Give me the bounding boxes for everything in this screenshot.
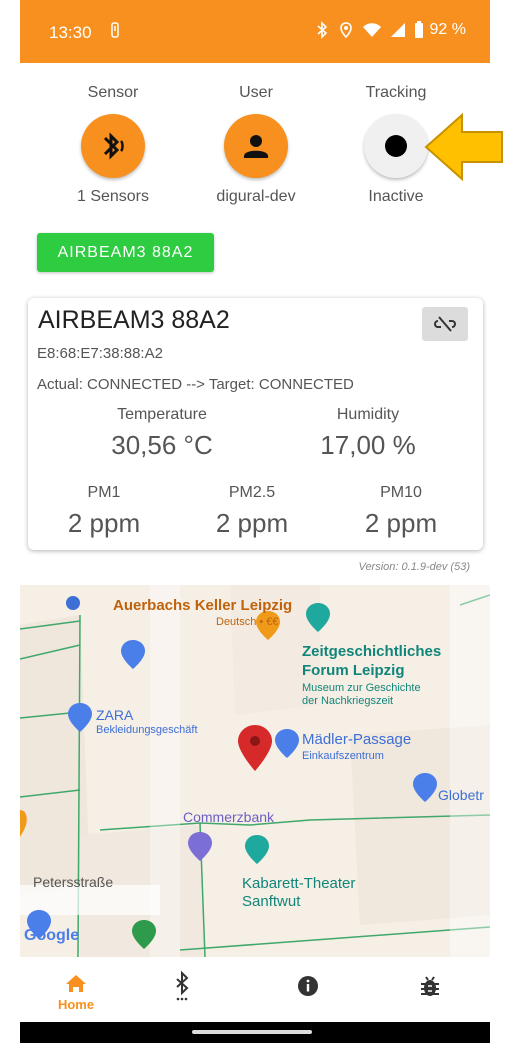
- temperature-value: 30,56 °C: [111, 430, 213, 460]
- map-label-globetr: Globetr: [438, 787, 484, 803]
- nav-home[interactable]: Home: [21, 957, 131, 1022]
- device-button[interactable]: AIRBEAM3 88A2: [37, 233, 214, 272]
- temperature-label: Temperature: [117, 406, 207, 423]
- sensor-label: Sensor: [87, 84, 139, 101]
- nav-bluetooth[interactable]: [127, 957, 237, 1022]
- device-card: AIRBEAM3 88A2 E8:68:E7:38:88:A2 Actual: …: [28, 298, 483, 550]
- pm25-value: 2 ppm: [215, 508, 289, 538]
- device-title: AIRBEAM3 88A2: [38, 306, 230, 334]
- map-view[interactable]: Auerbachs Keller Leipzig Deutsch • €€ Ze…: [20, 585, 490, 957]
- alarm-icon: [111, 22, 119, 38]
- map-label-petersstrasse: Petersstraße: [33, 874, 114, 890]
- map-label-museum-2: der Nachkriegszeit: [302, 695, 394, 707]
- map-label-auerbachs-sub: Deutsch • €€: [216, 616, 279, 628]
- sensor-count: 1 Sensors: [76, 188, 150, 205]
- bottom-nav: Home: [20, 957, 490, 1022]
- wifi-icon: [362, 23, 381, 37]
- annotation-arrow-icon: [424, 112, 503, 182]
- battery-percent: 92 %: [429, 21, 466, 38]
- pm1-metric: PM1 2 ppm: [24, 484, 184, 539]
- unlink-button[interactable]: [422, 307, 468, 341]
- humidity-metric: Humidity 17,00 %: [288, 406, 448, 461]
- signal-icon: [390, 23, 405, 37]
- map-label-forum: Forum Leipzig: [302, 662, 405, 679]
- user-name: digural-dev: [216, 188, 296, 205]
- map-label-zara-sub: Bekleidungsgeschäft: [96, 724, 198, 736]
- google-logo: Google: [24, 927, 80, 944]
- status-bar: 13:30 92 %: [20, 0, 490, 63]
- nav-home-label: Home: [57, 997, 95, 1012]
- tracking-status: Inactive: [368, 188, 424, 205]
- user-button[interactable]: [224, 114, 288, 178]
- person-icon: [244, 135, 268, 158]
- tracking-button[interactable]: [364, 114, 428, 178]
- connection-status: Actual: CONNECTED --> Target: CONNECTED: [37, 376, 354, 393]
- header-row: Sensor 1 Sensors User digural-dev Tracki…: [20, 84, 490, 214]
- map-label-kabarett-1: Kabarett-Theater: [242, 875, 356, 892]
- pm25-metric: PM2.5 2 ppm: [172, 484, 332, 539]
- map-label-kabarett-2: Sanftwut: [242, 893, 301, 910]
- user-column: User digural-dev: [186, 84, 326, 206]
- sensor-column: Sensor 1 Sensors: [43, 84, 183, 206]
- bluetooth-audio-icon: [103, 132, 124, 160]
- nav-info[interactable]: [253, 957, 363, 1022]
- map-label-commerzbank: Commerzbank: [183, 809, 275, 825]
- map-label-maedler-sub: Einkaufszentrum: [302, 750, 384, 762]
- battery-icon: [414, 21, 423, 38]
- tracking-label: Tracking: [365, 84, 427, 101]
- link-off-icon: [434, 316, 456, 332]
- gesture-bar: [20, 1022, 490, 1043]
- bluetooth-icon: [317, 21, 327, 39]
- pm10-label: PM10: [380, 484, 422, 501]
- home-icon: [66, 975, 86, 992]
- temperature-metric: Temperature 30,56 °C: [82, 406, 242, 461]
- pm1-label: PM1: [87, 484, 121, 501]
- pm10-value: 2 ppm: [364, 508, 438, 538]
- version-text: Version: 0.1.9-dev (53): [358, 561, 470, 573]
- location-icon: [339, 22, 352, 39]
- sensor-button[interactable]: [81, 114, 145, 178]
- pm1-value: 2 ppm: [67, 508, 141, 538]
- map-label-zara: ZARA: [96, 707, 134, 723]
- nav-debug[interactable]: [375, 957, 485, 1022]
- app-screen: 13:30 92 % Sensor 1 Sensors User digural…: [20, 0, 490, 1043]
- map-label-maedler: Mädler-Passage: [302, 731, 412, 748]
- map-label-auerbachs: Auerbachs Keller Leipzig: [113, 597, 293, 614]
- gesture-handle[interactable]: [192, 1030, 312, 1034]
- status-time: 13:30: [49, 23, 92, 42]
- map-label-zeitgeschichtliches: Zeitgeschichtliches: [302, 643, 442, 660]
- humidity-value: 17,00 %: [320, 430, 416, 460]
- info-icon: [298, 976, 318, 996]
- record-icon: [385, 135, 407, 157]
- humidity-label: Humidity: [336, 406, 400, 423]
- pm10-metric: PM10 2 ppm: [321, 484, 481, 539]
- user-label: User: [239, 84, 273, 101]
- bug-icon: [421, 976, 439, 996]
- bluetooth-searching-icon: [176, 970, 189, 1001]
- map-label-museum-1: Museum zur Geschichte: [302, 682, 421, 694]
- pm25-label: PM2.5: [228, 484, 276, 501]
- status-icons: 92 %: [314, 21, 466, 39]
- device-mac: E8:68:E7:38:88:A2: [37, 345, 163, 362]
